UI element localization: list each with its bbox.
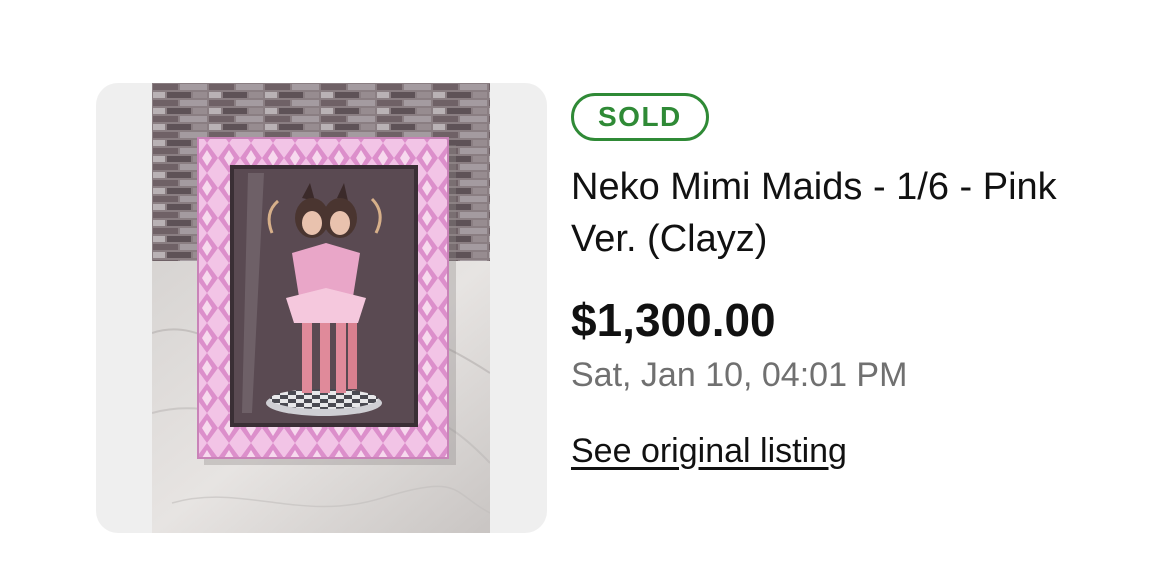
sold-listing-card: SOLD Neko Mimi Maids - 1/6 - Pink Ver. (…: [0, 0, 1170, 579]
listing-photo[interactable]: [152, 83, 490, 533]
listing-title[interactable]: Neko Mimi Maids - 1/6 - Pink Ver. (Clayz…: [571, 161, 1091, 265]
sold-price: $1,300.00: [571, 294, 776, 346]
sold-date: Sat, Jan 10, 04:01 PM: [571, 356, 908, 394]
listing-image-frame[interactable]: [96, 83, 547, 533]
listing-info: SOLD Neko Mimi Maids - 1/6 - Pink Ver. (…: [571, 93, 1131, 471]
sold-status-badge: SOLD: [571, 93, 709, 141]
see-original-listing-link[interactable]: See original listing: [571, 431, 847, 471]
